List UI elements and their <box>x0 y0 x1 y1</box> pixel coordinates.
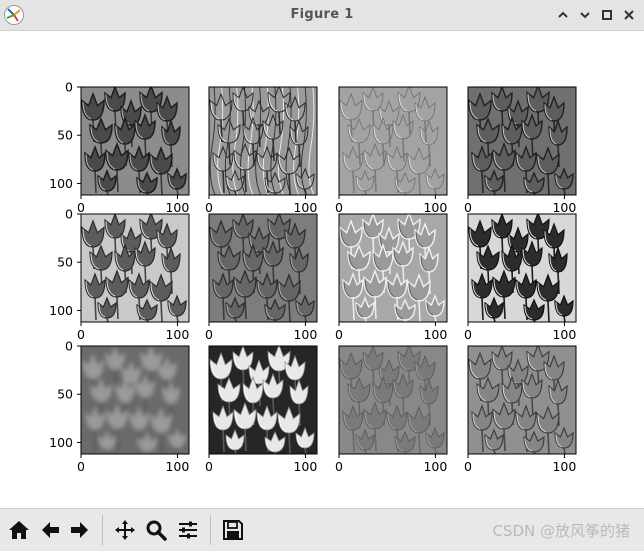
subplot-axes: 0 100 0 50 100 <box>49 339 190 474</box>
x-tick-label: 100 <box>165 459 189 474</box>
forward-icon <box>71 522 88 538</box>
tulip-image <box>209 87 317 195</box>
tulip-image <box>81 87 189 195</box>
figure-canvas[interactable]: 0 100 0 50 100 0 100 0 100 0 100 0 100 0 50 100 0 100 0 100… <box>0 31 644 508</box>
configure-subplots-button[interactable] <box>175 517 201 543</box>
pan-button[interactable] <box>112 517 138 543</box>
subplot-axes: 0 100 <box>335 213 448 342</box>
navigation-toolbar: CSDN @放风筝的猪 <box>0 508 644 551</box>
x-tick-label: 0 <box>77 327 85 342</box>
x-tick-label: 100 <box>165 327 189 342</box>
window-titlebar: Figure 1 <box>0 0 644 31</box>
zoom-icon <box>146 520 167 541</box>
y-tick-label: 100 <box>49 176 73 191</box>
y-tick-label: 100 <box>49 435 73 450</box>
pan-icon <box>115 520 135 540</box>
toolbar-separator <box>102 515 103 545</box>
tulip-image <box>468 346 576 454</box>
x-tick-label: 100 <box>552 459 576 474</box>
minimize-button[interactable] <box>576 6 594 24</box>
tulip-image <box>339 346 447 454</box>
x-tick-label: 100 <box>293 327 317 342</box>
maximize-button[interactable] <box>598 6 616 24</box>
x-tick-label: 0 <box>464 459 472 474</box>
zoom-button[interactable] <box>143 517 169 543</box>
forward-button[interactable] <box>67 517 93 543</box>
y-tick-label: 0 <box>65 339 73 354</box>
save-button[interactable] <box>220 517 246 543</box>
toolbar-separator <box>210 515 211 545</box>
x-tick-label: 100 <box>423 200 447 215</box>
subplot-axes: 0 100 0 50 100 <box>49 207 190 342</box>
subplot-axes: 0 100 <box>335 86 448 215</box>
subplot-axes: 0 100 <box>205 86 318 215</box>
subplot-axes: 0 100 <box>464 86 577 215</box>
chevron-up-icon <box>558 11 568 18</box>
subplot-axes: 0 100 <box>464 345 577 474</box>
subplot-axes: 0 100 <box>335 345 448 474</box>
tulip-image <box>339 214 447 322</box>
keep-above-button[interactable] <box>554 6 572 24</box>
y-tick-label: 100 <box>49 303 73 318</box>
x-tick-label: 0 <box>335 459 343 474</box>
x-tick-label: 0 <box>205 459 213 474</box>
x-tick-label: 100 <box>293 200 317 215</box>
tulip-image <box>81 346 189 454</box>
back-button[interactable] <box>37 517 63 543</box>
back-icon <box>42 522 59 538</box>
subplot-grid: 0 100 0 50 100 0 100 0 100 0 100 0 100 0 50 100 0 100 0 100… <box>49 80 577 474</box>
y-tick-label: 0 <box>65 207 73 222</box>
close-icon <box>624 10 634 20</box>
home-icon <box>9 521 29 539</box>
x-tick-label: 0 <box>464 200 472 215</box>
y-tick-label: 0 <box>65 80 73 95</box>
tulip-image <box>468 87 576 195</box>
tulip-image <box>81 214 189 322</box>
y-tick-label: 50 <box>57 128 73 143</box>
maximize-icon <box>602 10 612 20</box>
y-tick-label: 50 <box>57 387 73 402</box>
tulip-image <box>339 87 447 195</box>
x-tick-label: 100 <box>552 200 576 215</box>
window-title: Figure 1 <box>290 7 354 22</box>
x-tick-label: 0 <box>335 327 343 342</box>
tulip-image <box>468 214 576 322</box>
chevron-down-icon <box>580 12 590 19</box>
subplot-axes: 0 100 <box>464 213 577 342</box>
watermark: CSDN @放风筝的猪 <box>492 522 630 540</box>
x-tick-label: 100 <box>423 327 447 342</box>
x-tick-label: 0 <box>77 459 85 474</box>
x-tick-label: 0 <box>464 327 472 342</box>
x-tick-label: 0 <box>205 200 213 215</box>
save-icon <box>223 520 243 540</box>
x-tick-label: 100 <box>552 327 576 342</box>
close-button[interactable] <box>620 6 638 24</box>
tulip-image <box>209 214 317 322</box>
x-tick-label: 100 <box>165 200 189 215</box>
home-button[interactable] <box>6 517 32 543</box>
y-tick-label: 50 <box>57 255 73 270</box>
subplot-axes: 0 100 0 50 100 <box>49 80 190 215</box>
x-tick-label: 100 <box>423 459 447 474</box>
configure-subplots-icon <box>179 521 197 539</box>
x-tick-label: 0 <box>205 327 213 342</box>
x-tick-label: 0 <box>335 200 343 215</box>
tulip-image <box>209 346 317 454</box>
subplot-axes: 0 100 <box>205 345 318 474</box>
x-tick-label: 0 <box>77 200 85 215</box>
x-tick-label: 100 <box>293 459 317 474</box>
subplot-axes: 0 100 <box>205 213 318 342</box>
